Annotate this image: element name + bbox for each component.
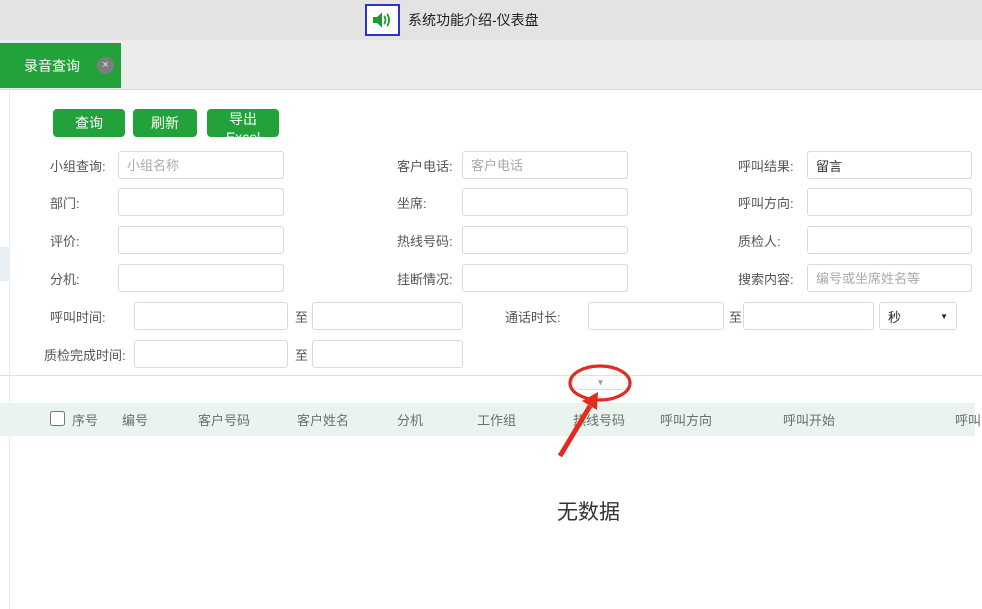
customer-phone-label: 客户电话:: [397, 151, 453, 179]
col-header-seq[interactable]: 序号: [72, 403, 98, 436]
evaluation-label: 评价:: [50, 226, 80, 254]
duration-unit-select[interactable]: 秒 ▼: [879, 302, 957, 330]
hotline-number-input[interactable]: [462, 226, 628, 254]
duration-min-input[interactable]: [588, 302, 724, 330]
qc-time-start-input[interactable]: [134, 340, 288, 368]
col-header-call-clipped[interactable]: 呼叫: [955, 403, 981, 436]
agent-input[interactable]: [462, 188, 628, 216]
qc-time-to-label: 至: [295, 340, 308, 368]
call-result-label: 呼叫结果:: [738, 151, 794, 179]
call-time-to-label: 至: [295, 302, 308, 330]
left-rail: [0, 90, 10, 609]
agent-label: 坐席:: [397, 188, 427, 216]
qc-person-input[interactable]: [807, 226, 972, 254]
hotline-number-label: 热线号码:: [397, 226, 453, 254]
customer-phone-input[interactable]: [462, 151, 628, 179]
hangup-status-input[interactable]: [462, 264, 628, 292]
duration-max-input[interactable]: [743, 302, 874, 330]
left-rail-highlight: [0, 247, 10, 281]
search-content-label: 搜索内容:: [738, 264, 794, 292]
call-direction-input[interactable]: [807, 188, 972, 216]
call-time-start-input[interactable]: [134, 302, 288, 330]
qc-person-label: 质检人:: [738, 226, 781, 254]
call-time-end-input[interactable]: [312, 302, 463, 330]
qc-time-end-input[interactable]: [312, 340, 463, 368]
filter-table-divider: [0, 375, 982, 376]
duration-to-label: 至: [729, 302, 742, 330]
no-data-text: 无数据: [557, 496, 620, 526]
tab-label: 录音查询: [24, 56, 80, 76]
duration-label: 通话时长:: [505, 302, 561, 330]
select-all-checkbox[interactable]: [50, 411, 65, 426]
call-time-label: 呼叫时间:: [50, 302, 106, 330]
col-header-call-start[interactable]: 呼叫开始: [783, 403, 835, 436]
chevron-down-icon: ▼: [940, 312, 948, 321]
evaluation-input[interactable]: [118, 226, 284, 254]
department-input[interactable]: [118, 188, 284, 216]
group-query-input[interactable]: [118, 151, 284, 179]
query-button[interactable]: 查询: [53, 109, 125, 137]
col-header-customer-name[interactable]: 客户姓名: [297, 403, 349, 436]
hangup-status-label: 挂断情况:: [397, 264, 453, 292]
col-header-direction[interactable]: 呼叫方向: [660, 403, 712, 436]
extension-label: 分机:: [50, 264, 80, 292]
department-label: 部门:: [50, 188, 80, 216]
col-header-hotline[interactable]: 热线号码: [573, 403, 625, 436]
speaker-icon: [372, 10, 394, 30]
top-bar: 系统功能介绍-仪表盘: [0, 0, 982, 40]
group-query-label: 小组查询:: [50, 151, 106, 179]
chevron-down-icon: ▼: [597, 379, 605, 387]
audio-intro-button[interactable]: [365, 4, 400, 36]
call-direction-label: 呼叫方向:: [738, 188, 794, 216]
search-content-input[interactable]: [807, 264, 972, 292]
refresh-button[interactable]: 刷新: [133, 109, 197, 137]
tab-strip: 录音查询 ×: [0, 40, 982, 90]
duration-unit-value: 秒: [888, 307, 901, 326]
extension-input[interactable]: [118, 264, 284, 292]
close-icon[interactable]: ×: [97, 57, 114, 74]
collapse-filters-toggle[interactable]: ▼: [572, 376, 629, 390]
col-header-extension[interactable]: 分机: [397, 403, 423, 436]
col-header-customer-no[interactable]: 客户号码: [198, 403, 250, 436]
export-excel-button[interactable]: 导出Excel: [207, 109, 279, 137]
table-header-row: 序号 编号 客户号码 客户姓名 分机 工作组 热线号码 呼叫方向 呼叫开始 呼叫: [0, 403, 975, 436]
page-title: 系统功能介绍-仪表盘: [408, 0, 539, 40]
recording-query-screen: 系统功能介绍-仪表盘 录音查询 × 查询 刷新 导出Excel 小组查询: 部门…: [0, 0, 982, 609]
col-header-number[interactable]: 编号: [122, 403, 148, 436]
qc-time-label: 质检完成时间:: [44, 340, 126, 368]
call-result-input[interactable]: [807, 151, 972, 179]
col-header-workgroup[interactable]: 工作组: [477, 403, 516, 436]
tab-recording-query[interactable]: 录音查询 ×: [0, 43, 121, 88]
